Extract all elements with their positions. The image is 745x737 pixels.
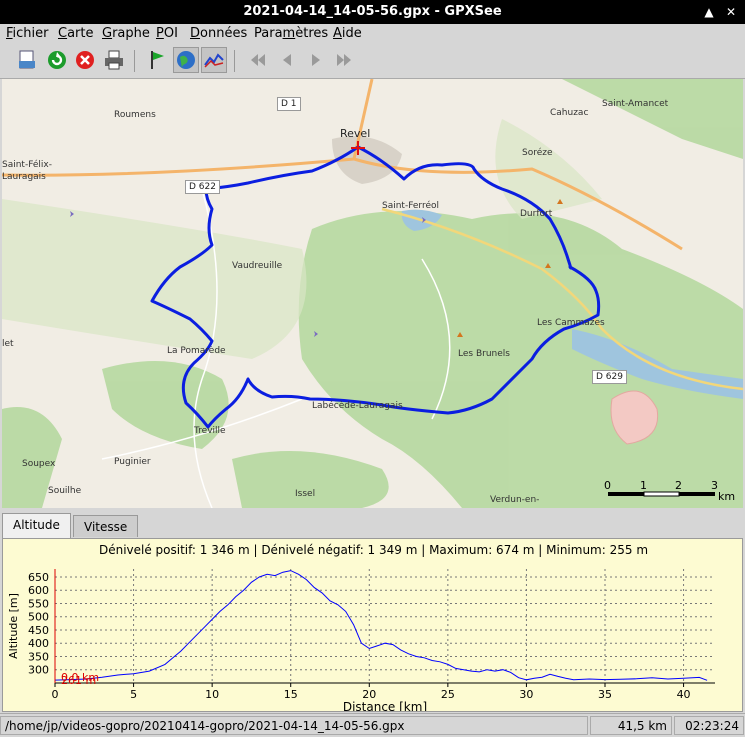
maximize-button[interactable]: ▲ xyxy=(700,3,718,21)
previous-button[interactable] xyxy=(274,47,300,73)
reload-icon xyxy=(48,51,66,69)
x-tick-label: 35 xyxy=(598,688,612,701)
close-file-icon xyxy=(76,51,94,69)
map-canvas xyxy=(2,79,743,508)
place-label: Soupex xyxy=(22,459,56,469)
y-tick-label: 550 xyxy=(28,597,49,610)
menu-carte[interactable]: Carte xyxy=(58,25,93,43)
x-tick-label: 0 xyxy=(52,688,59,701)
last-icon xyxy=(337,54,351,66)
scale-unit: km xyxy=(718,490,736,503)
y-tick-label: 650 xyxy=(28,571,49,584)
close-file-button[interactable] xyxy=(72,47,98,73)
show-graph-button[interactable] xyxy=(201,47,227,73)
place-label: Durfort xyxy=(520,209,553,219)
toolbar-separator xyxy=(234,50,235,72)
y-tick-label: 450 xyxy=(28,624,49,637)
flag-icon xyxy=(151,51,164,69)
open-file-button[interactable] xyxy=(14,47,40,73)
show-map-button[interactable] xyxy=(173,47,199,73)
show-poi-button[interactable] xyxy=(145,47,171,73)
graph-tabs: Altitude Vitesse xyxy=(0,511,745,538)
place-label: Saint-Félix- xyxy=(2,160,53,170)
road-label: D 629 xyxy=(592,370,627,384)
elevation-graph[interactable]: Dénivelé positif: 1 346 m | Dénivelé nég… xyxy=(2,538,743,712)
place-label: Labécède-Lauragais xyxy=(312,401,403,411)
status-bar: /home/jp/videos-gopro/20210414-gopro/202… xyxy=(0,713,745,737)
scale-tick: 1 xyxy=(640,479,647,492)
file-path: /home/jp/videos-gopro/20210414-gopro/202… xyxy=(0,716,588,735)
x-tick-label: 25 xyxy=(441,688,455,701)
road-label: D 622 xyxy=(185,180,220,194)
y-axis-label: Altitude [m] xyxy=(7,593,20,659)
x-axis-label: Distance [km] xyxy=(343,700,427,711)
close-window-button[interactable]: ✕ xyxy=(722,3,740,21)
scale-tick: 3 xyxy=(711,479,718,492)
y-tick-label: 300 xyxy=(28,664,49,677)
print-icon xyxy=(105,50,123,70)
place-label: Verdun-en- xyxy=(490,495,540,505)
previous-icon xyxy=(283,54,291,66)
graph-info: Dénivelé positif: 1 346 m | Dénivelé nég… xyxy=(98,543,649,557)
road-label: D 1 xyxy=(277,97,301,111)
x-tick-label: 30 xyxy=(519,688,533,701)
x-tick-label: 40 xyxy=(677,688,691,701)
place-label: Les Cammazes xyxy=(537,318,605,328)
tab-altitude[interactable]: Altitude xyxy=(2,513,71,538)
y-tick-label: 600 xyxy=(28,584,49,597)
total-distance: 41,5 km xyxy=(590,716,672,735)
place-label: Treville xyxy=(194,426,226,436)
place-label: Les Brunels xyxy=(458,349,510,359)
reload-button[interactable] xyxy=(44,47,70,73)
slider-distance-label: 0,0 km xyxy=(61,671,99,684)
menu-fichier[interactable]: Fichier xyxy=(6,25,49,43)
place-label: Souilhe xyxy=(48,486,82,496)
open-file-icon xyxy=(19,50,35,69)
scale-tick: 2 xyxy=(675,479,682,492)
first-button[interactable] xyxy=(245,47,271,73)
y-tick-label: 350 xyxy=(28,650,49,663)
next-button[interactable] xyxy=(303,47,329,73)
place-label: Lauragais xyxy=(2,172,46,182)
map-view[interactable]: Revel Roumens Soréze Cahuzac Saint-Amanc… xyxy=(2,79,743,508)
menu-poi[interactable]: POI xyxy=(156,25,178,43)
toolbar-separator xyxy=(134,50,135,72)
graph-icon xyxy=(204,53,224,68)
scale-tick: 0 xyxy=(604,479,611,492)
title-bar: 2021-04-14_14-05-56.gpx - GPXSee ▲ ✕ xyxy=(0,0,745,24)
x-tick-label: 15 xyxy=(284,688,298,701)
last-button[interactable] xyxy=(331,47,357,73)
altitude-series-line xyxy=(54,570,708,681)
place-label: Roumens xyxy=(114,110,156,120)
y-tick-label: 500 xyxy=(28,611,49,624)
menu-donnees[interactable]: Données xyxy=(190,25,247,43)
place-label: Vaudreuille xyxy=(232,261,283,271)
menu-bar: Fichier Carte Graphe POI Données Paramèt… xyxy=(0,24,745,44)
place-label: Soréze xyxy=(522,148,553,158)
place-label: Saint-Ferréol xyxy=(382,201,440,211)
next-icon xyxy=(312,54,320,66)
menu-aide[interactable]: Aide xyxy=(333,25,362,43)
place-label: Saint-Amancet xyxy=(602,99,669,109)
menu-graphe[interactable]: Graphe xyxy=(102,25,150,43)
place-label: La Pomarède xyxy=(167,346,226,356)
place-label: let xyxy=(2,339,14,349)
globe-icon xyxy=(177,51,195,69)
place-label: Issel xyxy=(295,489,316,499)
tab-vitesse[interactable]: Vitesse xyxy=(73,515,139,537)
place-label: Puginier xyxy=(114,457,151,467)
x-tick-label: 5 xyxy=(130,688,137,701)
first-icon xyxy=(251,54,265,66)
x-tick-label: 10 xyxy=(205,688,219,701)
toolbar xyxy=(0,44,745,79)
y-tick-label: 400 xyxy=(28,637,49,650)
total-time: 02:23:24 xyxy=(674,716,744,735)
place-label: Revel xyxy=(340,127,371,140)
menu-parametres[interactable]: Paramètres xyxy=(254,25,328,43)
place-label: Cahuzac xyxy=(550,108,589,118)
window-title: 2021-04-14_14-05-56.gpx - GPXSee xyxy=(243,4,502,19)
scale-bar xyxy=(608,491,715,497)
altitude-chart: 3003504004505005506006500 5 10 15 20 25 30 35 40… xyxy=(7,569,715,711)
print-button[interactable] xyxy=(101,47,127,73)
